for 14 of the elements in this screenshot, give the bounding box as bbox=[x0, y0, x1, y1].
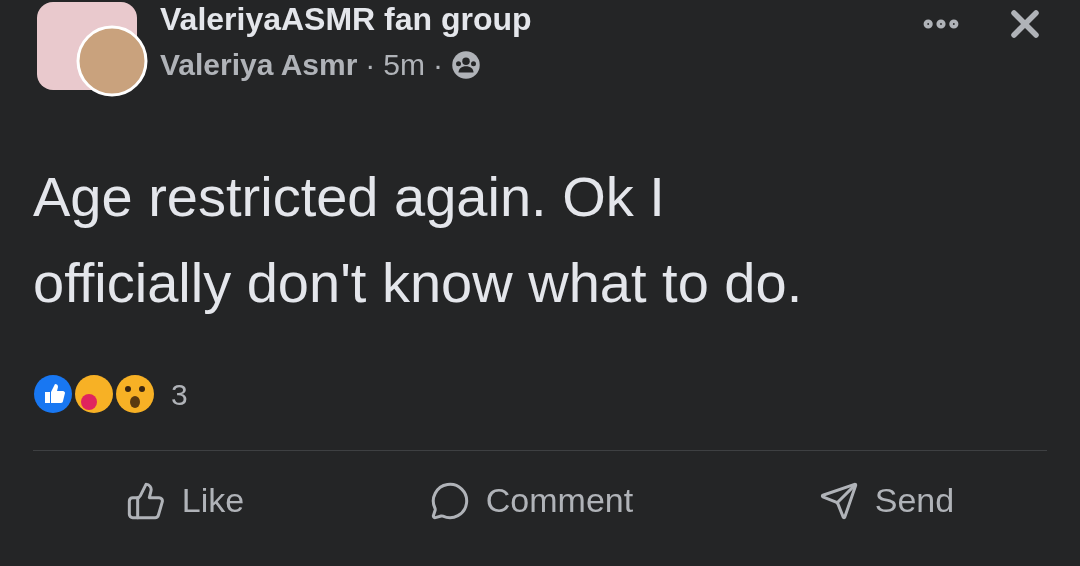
group-icon bbox=[451, 50, 482, 80]
send-button[interactable]: Send bbox=[802, 467, 971, 534]
post-text: Age restricted again. Ok I officially don't know what to do. bbox=[33, 164, 804, 316]
separator: · bbox=[433, 48, 444, 82]
like-button[interactable]: Like bbox=[109, 467, 261, 534]
paper-plane-icon bbox=[818, 480, 859, 521]
thumbs-up-icon bbox=[125, 480, 166, 521]
author-name[interactable]: Valeriya Asmr bbox=[160, 48, 358, 82]
reaction-count[interactable]: 3 bbox=[171, 371, 188, 417]
post-time[interactable]: 5m bbox=[383, 48, 426, 82]
comment-button[interactable]: Comment bbox=[413, 467, 650, 534]
separator: · bbox=[365, 48, 376, 82]
group-name[interactable]: ValeriyaASMR fan group bbox=[160, 2, 532, 36]
speech-bubble-icon bbox=[429, 480, 470, 521]
